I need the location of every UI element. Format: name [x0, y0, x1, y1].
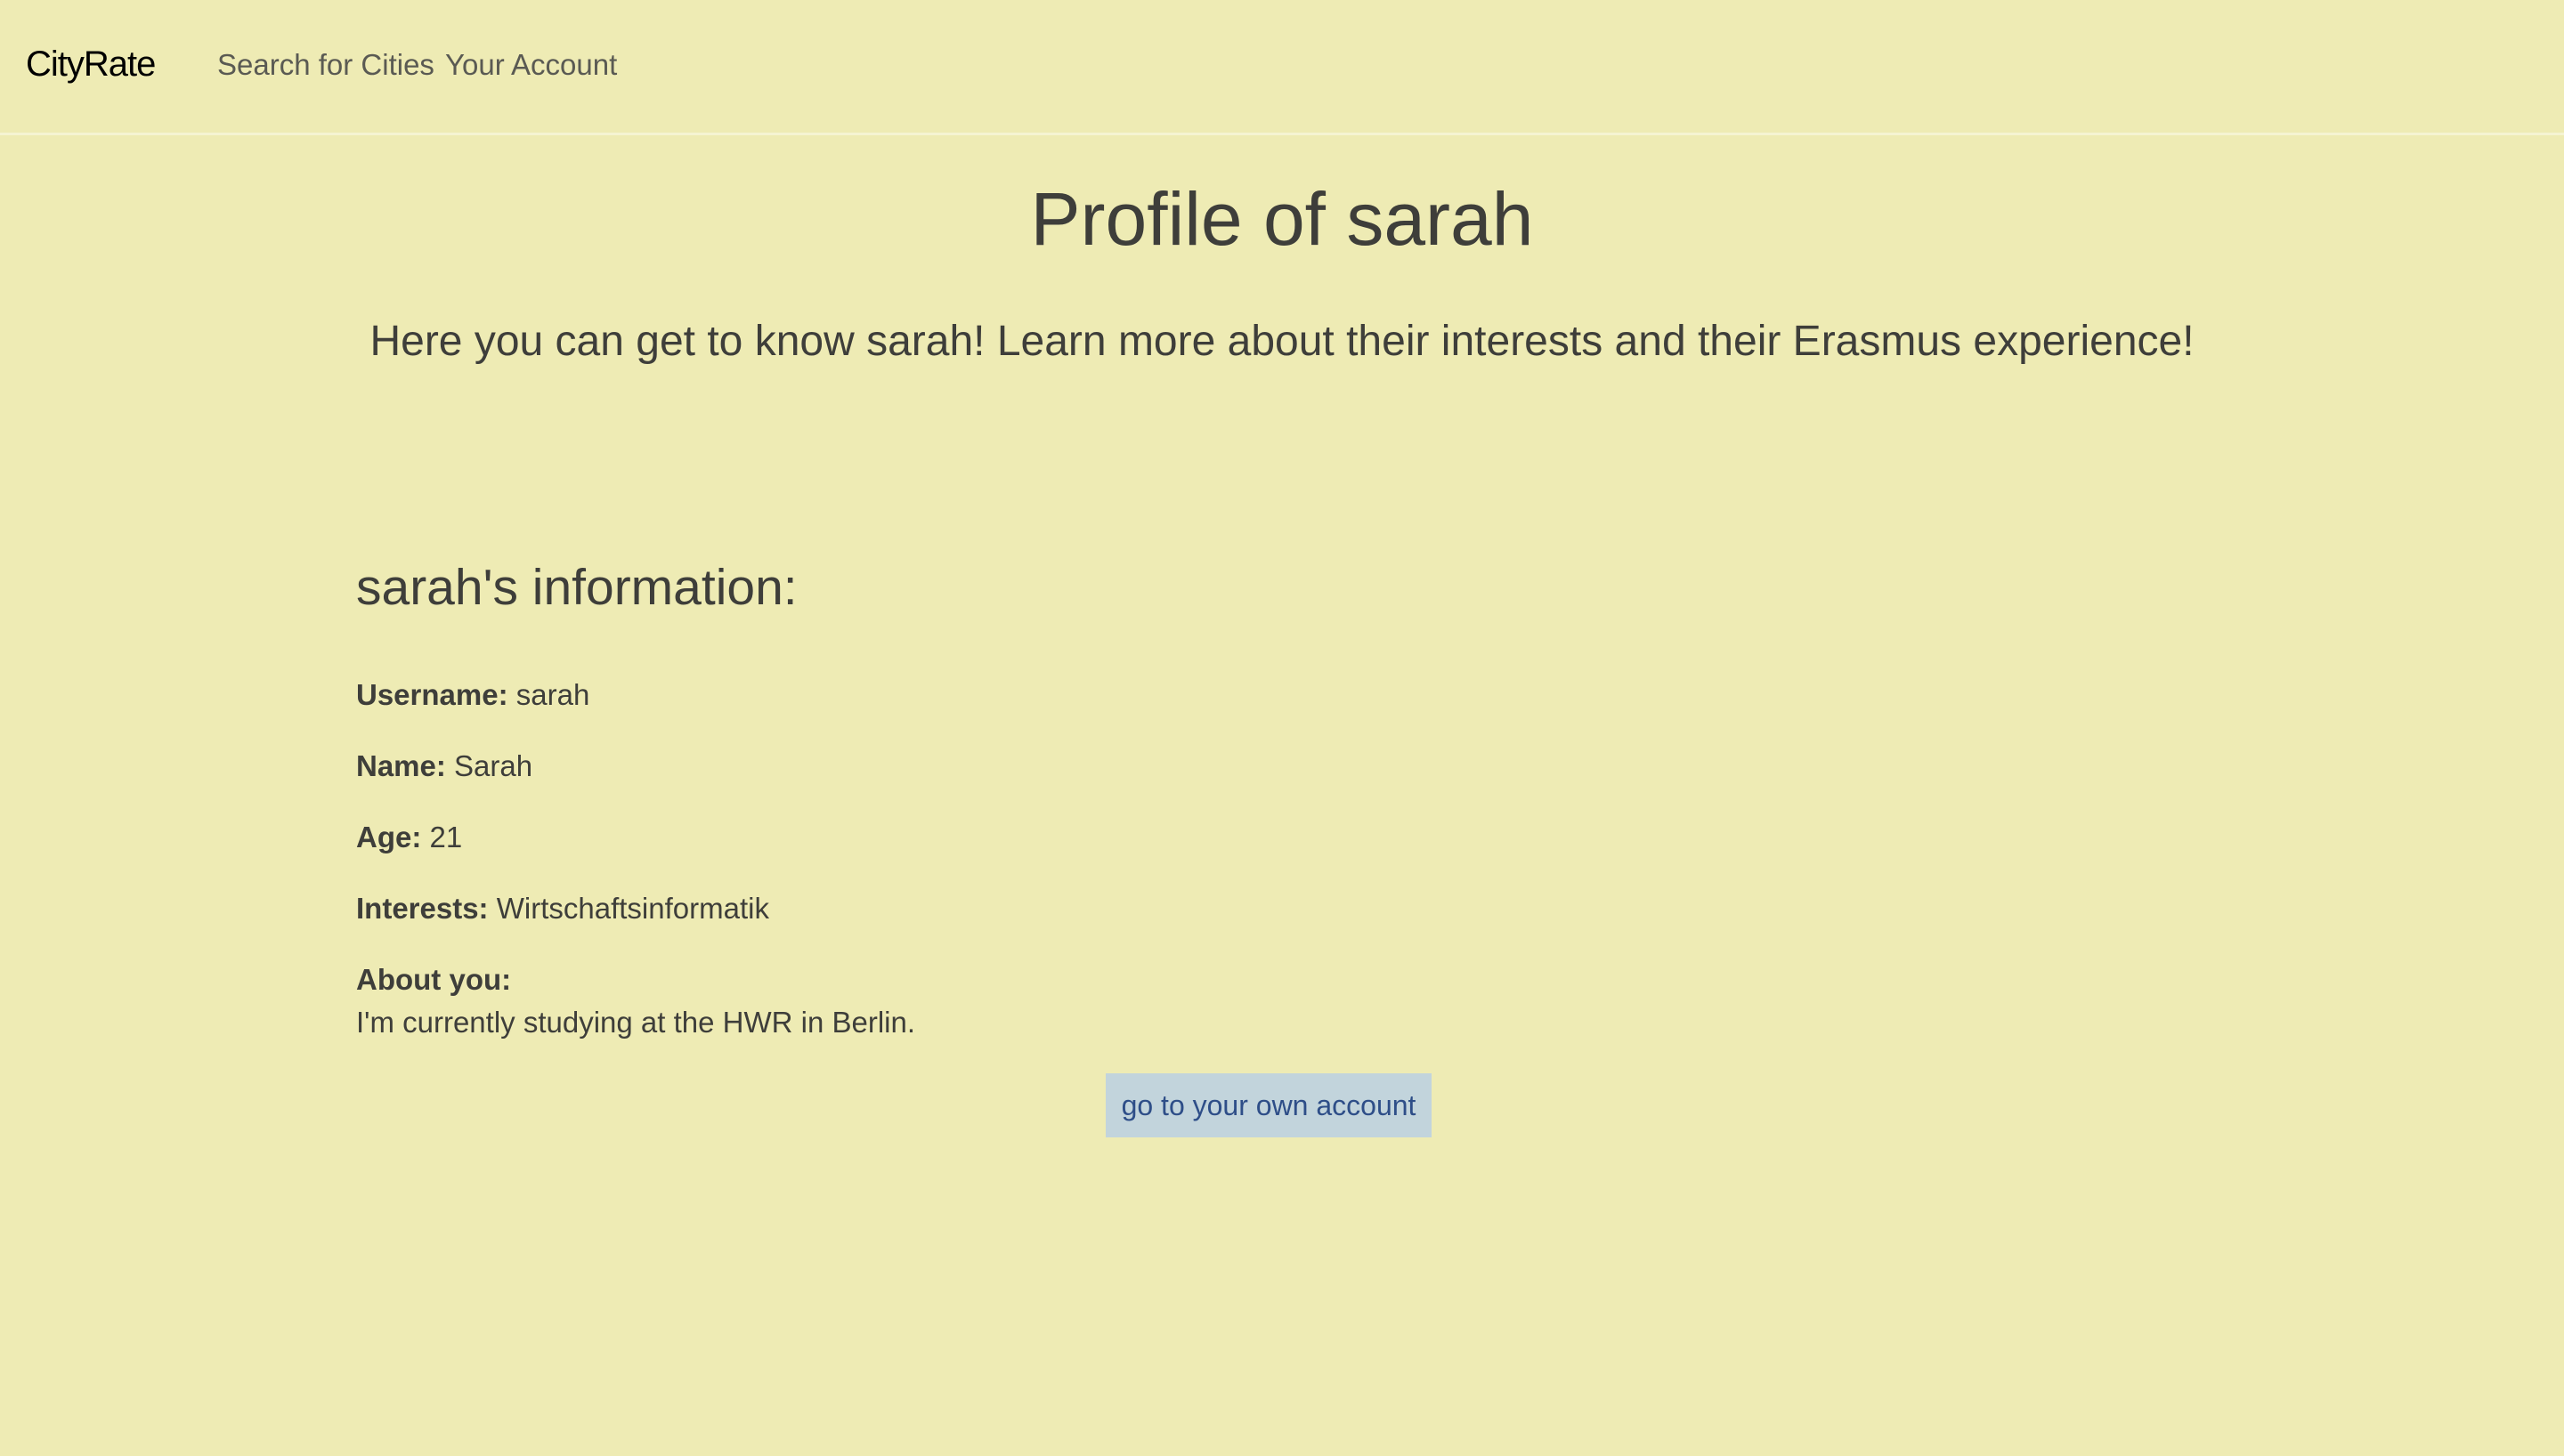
field-label: Interests: [356, 892, 489, 925]
navbar: CityRate Search for Cities Your Account [0, 0, 2564, 135]
field-value: Sarah [454, 749, 533, 782]
nav-link-search-cities[interactable]: Search for Cities [217, 44, 434, 85]
profile-field-interests: Interests: Wirtschaftsinformatik [356, 888, 769, 929]
profile-about-label: About you: [356, 959, 511, 1000]
page-title: Profile of sarah [1030, 177, 1534, 261]
field-value: 21 [429, 821, 463, 853]
field-label: About you: [356, 963, 512, 996]
field-label: Username: [356, 678, 508, 711]
profile-field-name: Name: Sarah [356, 746, 532, 787]
go-to-own-account-button[interactable]: go to your own account [1106, 1073, 1432, 1137]
field-label: Name: [356, 749, 446, 782]
field-value: sarah [515, 678, 590, 711]
profile-field-age: Age: 21 [356, 817, 462, 858]
profile-about-text: I'm currently studying at the HWR in Ber… [356, 1006, 916, 1039]
nav-link-your-account[interactable]: Your Account [445, 44, 617, 85]
field-value: Wirtschaftsinformatik [496, 892, 769, 925]
page-subtitle: Here you can get to know sarah! Learn mo… [369, 318, 2195, 365]
brand-logo[interactable]: CityRate [26, 41, 156, 87]
profile-field-username: Username: sarah [356, 675, 589, 716]
profile-info-heading: sarah's information: [356, 559, 798, 616]
field-label: Age: [356, 821, 422, 853]
